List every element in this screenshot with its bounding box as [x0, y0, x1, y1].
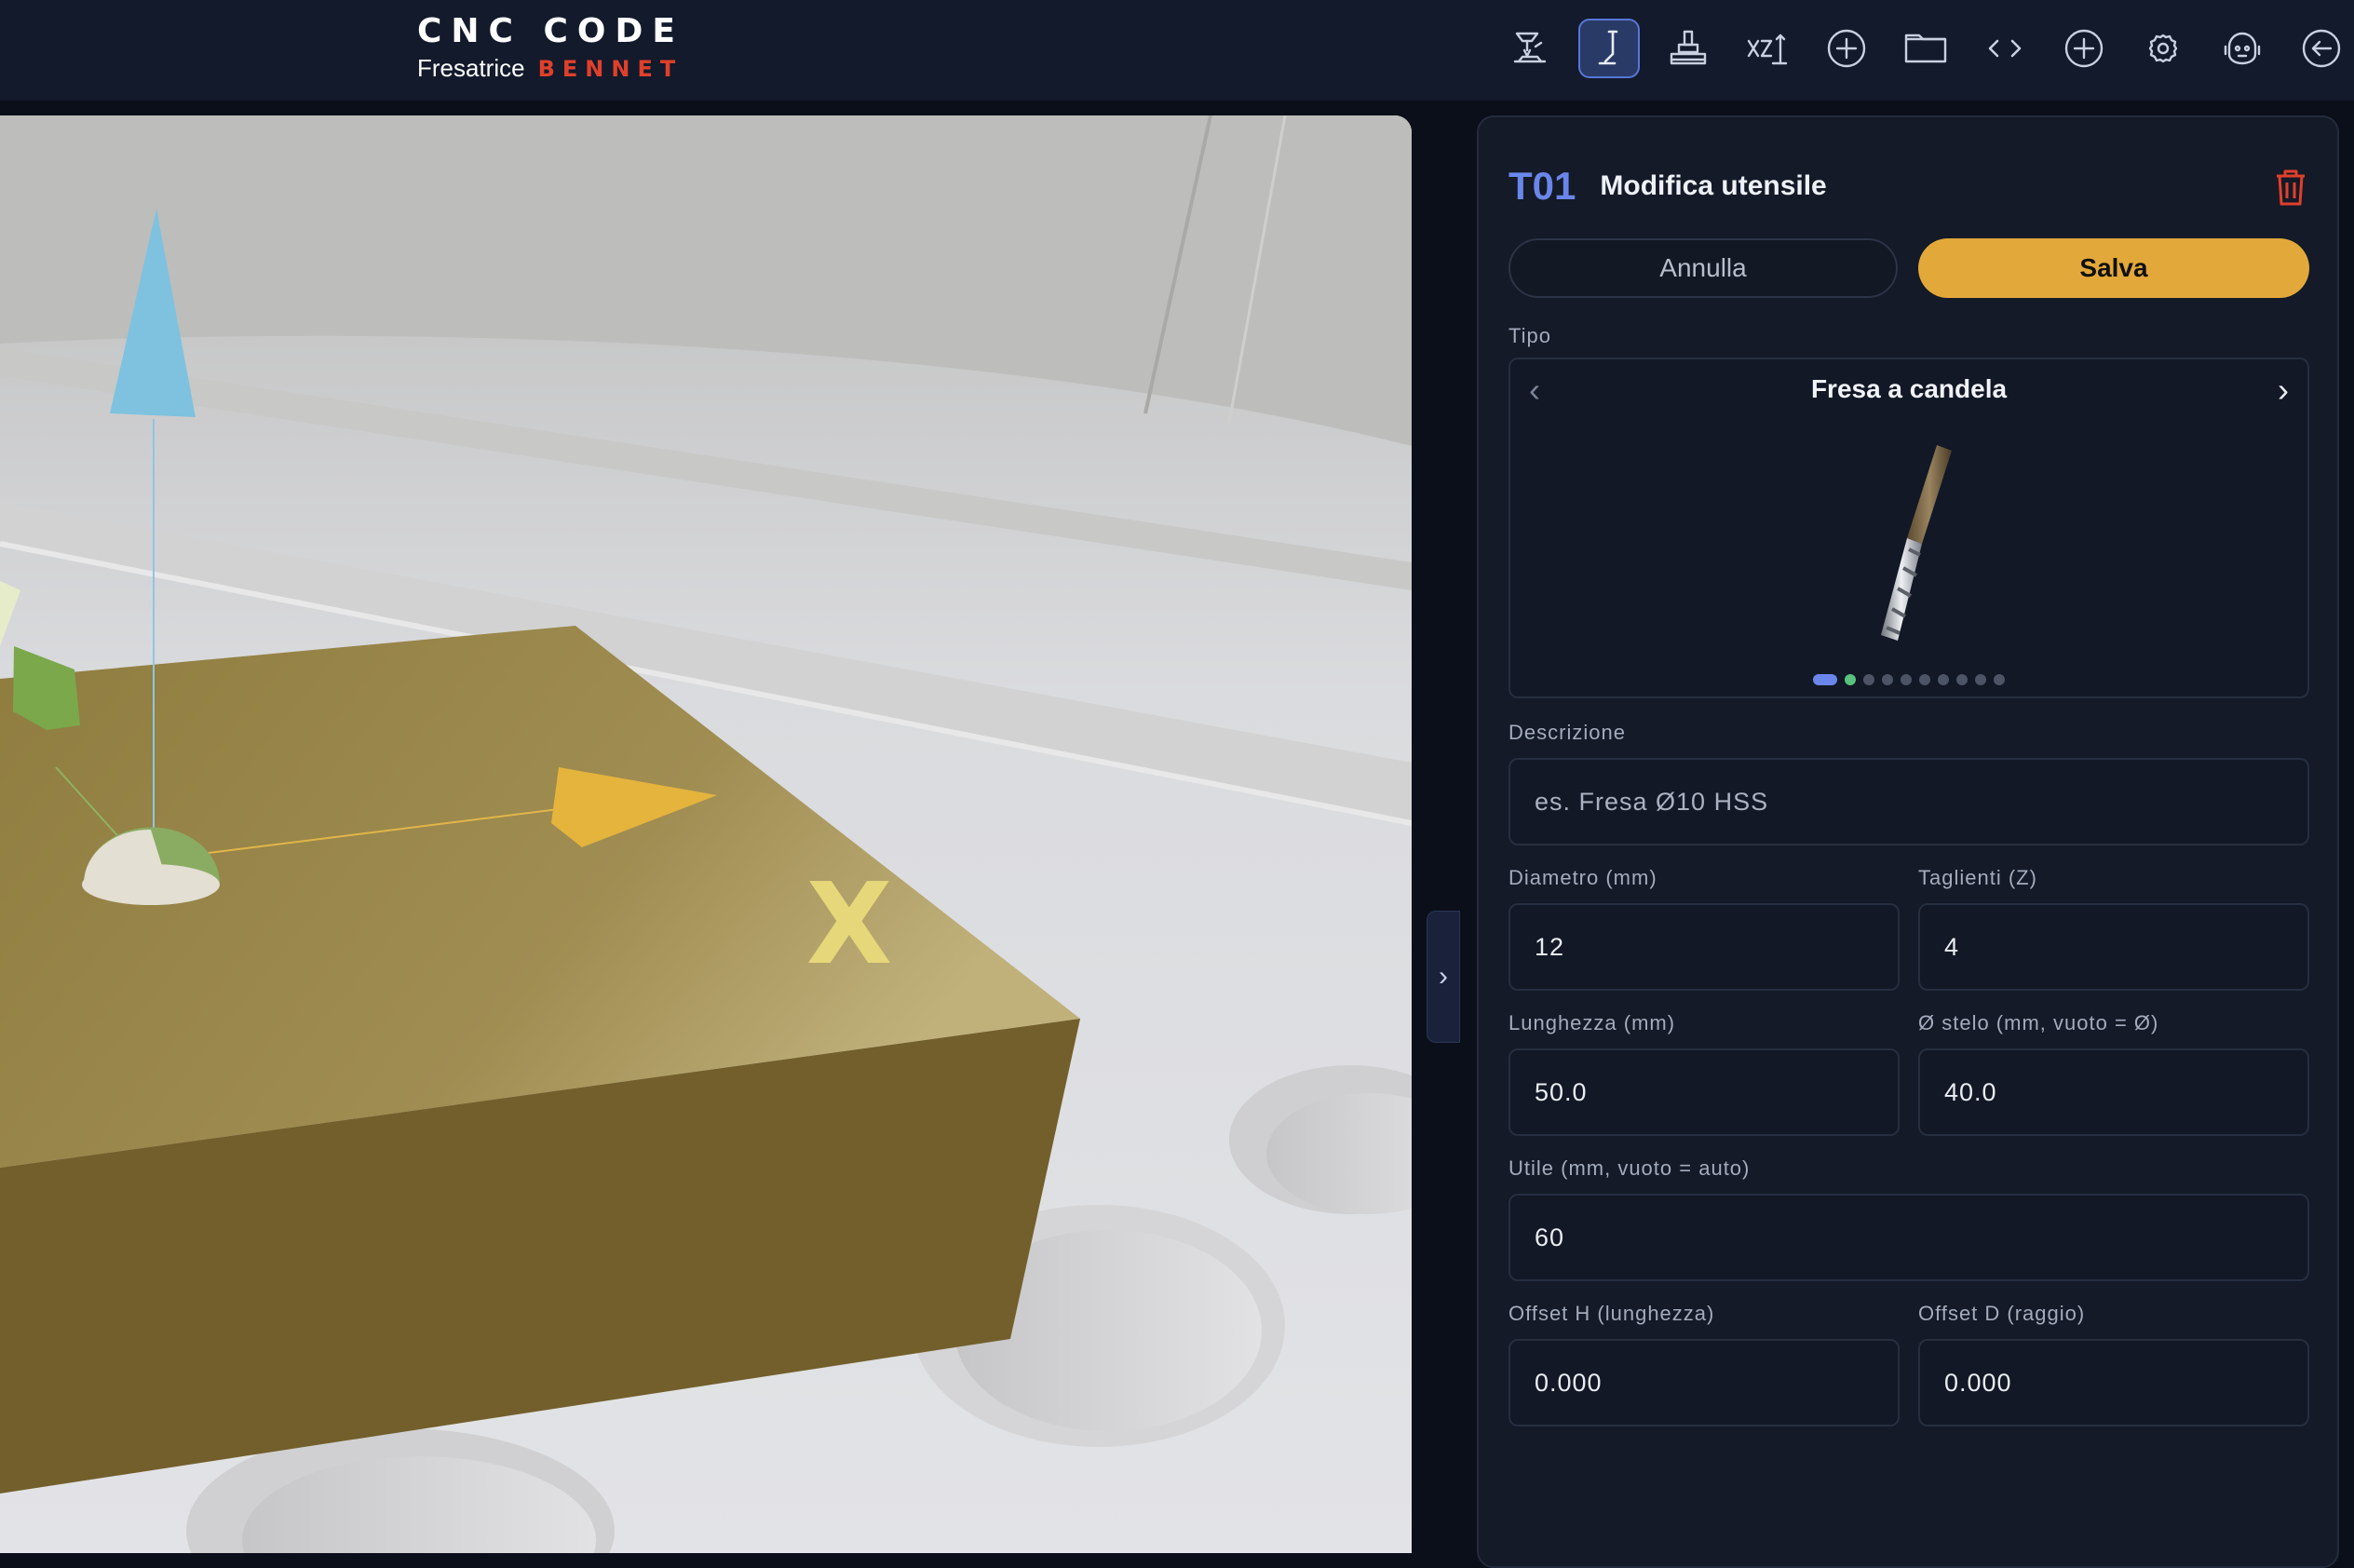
panel-collapse-handle[interactable]: › — [1427, 911, 1460, 1043]
carousel-dot[interactable] — [1863, 674, 1874, 685]
tool-edit-panel: T01 Modifica utensile Annulla Salva Tipo… — [1477, 115, 2339, 1568]
machine-icon — [1513, 32, 1547, 63]
tool-button[interactable] — [1578, 19, 1640, 78]
tool-type-name: Fresa a candela — [1810, 374, 2008, 403]
shank-label: Ø stelo (mm, vuoto = Ø) — [1918, 1011, 2159, 1034]
shank-input[interactable]: 40.0 — [1918, 1048, 2309, 1136]
panel-title: Modifica utensile — [1600, 170, 1827, 201]
offset-d-label: Offset D (raggio) — [1918, 1302, 2086, 1325]
offset-d-input[interactable]: 0.000 — [1918, 1339, 2309, 1426]
brand-sub-text: Fresatrice — [417, 54, 525, 82]
useful-length-label: Utile (mm, vuoto = auto) — [1508, 1156, 1751, 1180]
tool-code: T01 — [1508, 164, 1576, 208]
folder-icon — [1904, 34, 1947, 63]
carousel-dot[interactable] — [1901, 674, 1912, 685]
carousel-indicator — [1510, 674, 2307, 685]
diameter-input[interactable]: 12 — [1508, 903, 1900, 991]
teeth-input[interactable]: 4 — [1918, 903, 2309, 991]
folder-button[interactable] — [1895, 19, 1956, 78]
type-label: Tipo — [1508, 324, 1551, 347]
add-circle-icon — [1827, 29, 1866, 68]
add-button[interactable] — [1816, 19, 1877, 78]
code-icon — [1988, 39, 2022, 58]
xz-axis-icon — [1747, 34, 1788, 65]
description-label: Descrizione — [1508, 721, 1626, 744]
toolbar — [1499, 19, 2352, 78]
carousel-dot[interactable] — [1975, 674, 1986, 685]
brand-title: CNC CODE — [417, 12, 684, 50]
carousel-dot[interactable] — [1956, 674, 1968, 685]
back-button[interactable] — [2291, 19, 2352, 78]
description-input[interactable]: es. Fresa Ø10 HSS — [1508, 758, 2309, 845]
code-button[interactable] — [1974, 19, 2036, 78]
delete-button[interactable] — [2272, 168, 2309, 209]
offset-h-input[interactable]: 0.000 — [1508, 1339, 1900, 1426]
add-circle-icon — [2064, 29, 2104, 68]
tool-type-carousel: ‹ Fresa a candela › — [1508, 358, 2309, 698]
assistant-button[interactable] — [2212, 19, 2273, 78]
gizmo-origin-base — [82, 864, 220, 905]
machine-button[interactable] — [1499, 19, 1561, 78]
carousel-dot[interactable] — [1994, 674, 2005, 685]
save-button[interactable]: Salva — [1918, 238, 2309, 298]
offset-h-label: Offset H (lunghezza) — [1508, 1302, 1715, 1325]
settings-button[interactable] — [2132, 19, 2194, 78]
workpiece-icon — [1670, 30, 1707, 65]
add-button-2[interactable] — [2053, 19, 2115, 78]
end-mill-image — [1881, 445, 1952, 641]
brand-accent-text: BENNET — [537, 56, 683, 82]
carousel-dot[interactable] — [1919, 674, 1930, 685]
back-circle-icon — [2302, 29, 2341, 68]
carousel-dot[interactable] — [1938, 674, 1949, 685]
x-axis-label: X — [806, 860, 893, 990]
chevron-right-icon[interactable]: › — [2278, 371, 2289, 410]
brand-subtitle: Fresatrice BENNET — [417, 54, 684, 83]
trash-icon — [2277, 169, 2305, 206]
teeth-label: Taglienti (Z) — [1918, 866, 2037, 889]
cancel-button[interactable]: Annulla — [1508, 238, 1898, 298]
useful-length-input[interactable]: 60 — [1508, 1194, 2309, 1281]
xz-axis-button[interactable] — [1737, 19, 1798, 78]
carousel-dot[interactable] — [1813, 674, 1837, 685]
top-bar: CNC CODE Fresatrice BENNET — [0, 0, 2354, 101]
tool-icon — [1598, 30, 1618, 65]
scene-canvas[interactable]: X — [0, 115, 1412, 1553]
robot-icon — [2224, 32, 2261, 65]
carousel-dot[interactable] — [1882, 674, 1893, 685]
diameter-label: Diametro (mm) — [1508, 866, 1657, 889]
length-input[interactable]: 50.0 — [1508, 1048, 1900, 1136]
length-label: Lunghezza (mm) — [1508, 1011, 1676, 1034]
carousel-dot[interactable] — [1845, 674, 1856, 685]
panel-header: T01 Modifica utensile — [1508, 164, 1827, 209]
3d-viewport[interactable]: X — [0, 115, 1412, 1553]
workpiece-button[interactable] — [1657, 19, 1719, 78]
chevron-right-icon: › — [1439, 961, 1448, 992]
gear-icon — [2148, 34, 2178, 63]
brand-logo: CNC CODE Fresatrice BENNET — [417, 13, 684, 83]
